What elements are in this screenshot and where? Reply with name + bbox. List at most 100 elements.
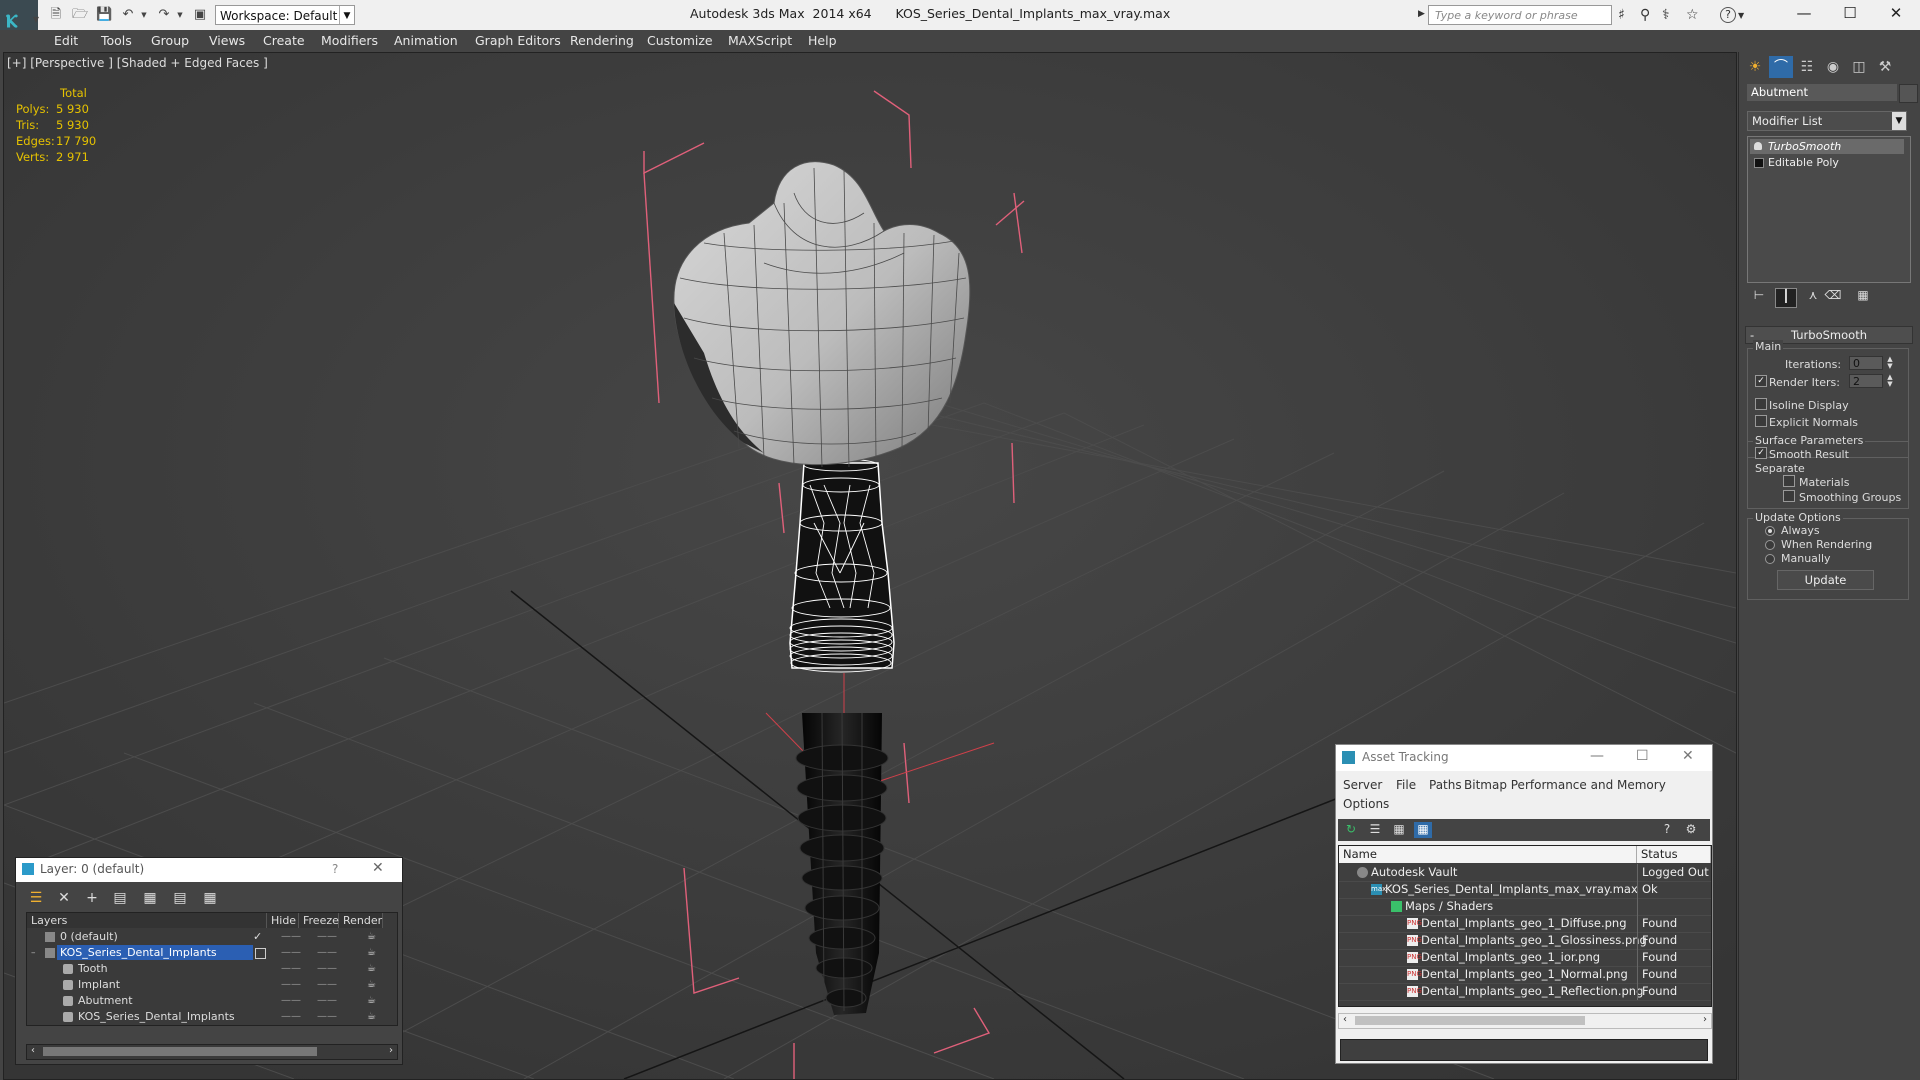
- menu-maxscript[interactable]: MAXScript: [728, 33, 792, 48]
- asset-row[interactable]: PNG Dental_Implants_geo_1_Normal.png Fou…: [1339, 966, 1711, 984]
- menu-help[interactable]: Help: [808, 33, 837, 48]
- scroll-left-icon[interactable]: ‹: [1343, 1014, 1347, 1025]
- column-header-hide[interactable]: Hide: [267, 913, 299, 928]
- menu-views[interactable]: Views: [209, 33, 245, 48]
- asset-row[interactable]: Maps / Shaders: [1339, 898, 1711, 916]
- key-icon[interactable]: ⚲: [1640, 7, 1650, 23]
- render-teapot-icon[interactable]: ☕: [367, 1009, 376, 1025]
- render-iters-checkbox[interactable]: ✓: [1755, 375, 1767, 387]
- remove-modifier-icon[interactable]: ⌫: [1823, 288, 1843, 306]
- freeze-toggle[interactable]: ——: [317, 1009, 337, 1025]
- communication-center-icon[interactable]: ⚕: [1662, 7, 1670, 23]
- update-button[interactable]: Update: [1777, 570, 1874, 590]
- close-icon[interactable]: ✕: [372, 860, 384, 876]
- menu-server[interactable]: Server: [1343, 778, 1382, 792]
- help-icon[interactable]: ?: [1720, 7, 1736, 23]
- iterations-spinner[interactable]: 0: [1849, 356, 1883, 370]
- menu-bitmap-performance[interactable]: Bitmap Performance and Memory: [1464, 778, 1666, 792]
- project-folder-icon[interactable]: ▣: [192, 7, 208, 23]
- undo-icon[interactable]: ↶: [120, 7, 136, 23]
- pin-stack-icon[interactable]: ⊢: [1749, 288, 1769, 306]
- asset-row[interactable]: PNG Dental_Implants_geo_1_Diffuse.png Fo…: [1339, 915, 1711, 933]
- viewport-label[interactable]: [+] [Perspective ] [Shaded + Edged Faces…: [7, 56, 268, 70]
- hide-toggle[interactable]: ——: [281, 977, 301, 993]
- expand-box-icon[interactable]: [1754, 158, 1764, 168]
- menu-edit[interactable]: Edit: [54, 33, 78, 48]
- stack-item-turbosmooth[interactable]: TurboSmooth: [1750, 139, 1904, 154]
- spinner-arrows-icon[interactable]: ▲ ▼: [1885, 356, 1895, 370]
- isoline-display-checkbox[interactable]: [1755, 398, 1767, 410]
- asset-row[interactable]: PNG Dental_Implants_geo_1_Glossiness.png…: [1339, 932, 1711, 950]
- add-to-layer-icon[interactable]: +: [82, 890, 102, 908]
- layer-row[interactable]: Implant —— —— ☕: [27, 977, 397, 993]
- hide-all-layers-icon[interactable]: ▤: [170, 890, 190, 908]
- open-file-icon[interactable]: 🗁: [72, 7, 88, 23]
- smooth-result-checkbox[interactable]: ✓: [1755, 447, 1767, 459]
- refresh-icon[interactable]: ↻: [1342, 822, 1360, 838]
- render-teapot-icon[interactable]: ☕: [367, 961, 376, 977]
- spinner-arrows-icon[interactable]: ▲ ▼: [1885, 374, 1895, 388]
- render-iters-spinner[interactable]: 2: [1849, 374, 1883, 388]
- save-file-icon[interactable]: 💾: [96, 7, 112, 23]
- freeze-toggle[interactable]: ——: [317, 945, 337, 961]
- layer-row[interactable]: 0 (default) ✓ —— —— ☕: [27, 929, 397, 945]
- make-unique-icon[interactable]: ⋏: [1803, 288, 1823, 306]
- freeze-all-layers-icon[interactable]: ▦: [200, 890, 220, 908]
- lightbulb-icon[interactable]: [1754, 142, 1762, 150]
- always-radio[interactable]: [1765, 526, 1775, 536]
- layer-row[interactable]: KOS_Series_Dental_Implants —— —— ☕: [27, 1009, 397, 1025]
- select-objects-in-layer-icon[interactable]: ▤: [110, 890, 130, 908]
- menu-animation[interactable]: Animation: [394, 33, 458, 48]
- favorites-star-icon[interactable]: ☆: [1686, 7, 1699, 23]
- create-layer-icon[interactable]: ☰: [26, 890, 46, 908]
- delete-layer-icon[interactable]: ✕: [54, 890, 74, 908]
- menu-options[interactable]: Options: [1343, 797, 1389, 811]
- list-view-icon[interactable]: ☰: [1366, 822, 1384, 838]
- menu-file[interactable]: File: [1396, 778, 1416, 792]
- render-teapot-icon[interactable]: ☕: [367, 977, 376, 993]
- scrollbar-thumb[interactable]: [43, 1047, 317, 1056]
- manually-radio[interactable]: [1765, 554, 1775, 564]
- display-tab-icon[interactable]: ◫: [1847, 56, 1871, 78]
- asset-horizontal-scrollbar[interactable]: ‹ ›: [1338, 1013, 1712, 1029]
- layer-row[interactable]: Tooth —— —— ☕: [27, 961, 397, 977]
- workspace-dropdown[interactable]: Workspace: Default ▼: [215, 5, 355, 25]
- redo-dropdown-icon[interactable]: ▼: [172, 7, 188, 23]
- freeze-toggle[interactable]: ——: [317, 961, 337, 977]
- scroll-right-icon[interactable]: ›: [389, 1045, 393, 1056]
- help-dropdown-icon[interactable]: ▼: [1738, 11, 1744, 20]
- asset-row[interactable]: PNG Dental_Implants_geo_1_ior.png Found: [1339, 949, 1711, 967]
- create-tab-icon[interactable]: ☀: [1743, 56, 1767, 78]
- asset-window-titlebar[interactable]: Asset Tracking — ☐ ✕: [1336, 745, 1712, 771]
- search-input[interactable]: Type a keyword or phrase: [1428, 5, 1612, 25]
- show-end-result-icon[interactable]: ┃: [1775, 288, 1797, 308]
- menu-modifiers[interactable]: Modifiers: [321, 33, 378, 48]
- menu-paths[interactable]: Paths: [1429, 778, 1462, 792]
- materials-checkbox[interactable]: [1783, 475, 1795, 487]
- hide-toggle[interactable]: ——: [281, 961, 301, 977]
- modifier-list-dropdown[interactable]: Modifier List ▼: [1747, 111, 1907, 131]
- settings-icon[interactable]: ⚙: [1682, 822, 1700, 838]
- when-rendering-radio[interactable]: [1765, 540, 1775, 550]
- binoculars-icon[interactable]: ♯: [1618, 7, 1625, 23]
- column-header-layers[interactable]: Layers: [27, 913, 267, 928]
- scrollbar-thumb[interactable]: [1355, 1016, 1585, 1025]
- undo-dropdown-icon[interactable]: ▼: [136, 7, 152, 23]
- modify-tab-icon[interactable]: ⌒: [1769, 56, 1793, 78]
- render-teapot-icon[interactable]: ☕: [367, 945, 376, 961]
- minimize-icon[interactable]: —: [1784, 4, 1824, 22]
- help-icon[interactable]: ?: [1658, 822, 1676, 838]
- layer-row[interactable]: Abutment —— —— ☕: [27, 993, 397, 1009]
- hide-toggle[interactable]: ——: [281, 993, 301, 1009]
- motion-tab-icon[interactable]: ◉: [1821, 56, 1845, 78]
- column-header-status[interactable]: Status: [1637, 846, 1711, 863]
- collapse-toggle-icon[interactable]: –: [31, 945, 36, 961]
- new-file-icon[interactable]: 🗎: [48, 7, 64, 23]
- maximize-icon[interactable]: ☐: [1636, 748, 1649, 764]
- asset-row[interactable]: max KOS_Series_Dental_Implants_max_vray.…: [1339, 881, 1711, 899]
- app-menu-chevron-icon[interactable]: ▼: [28, 12, 44, 28]
- set-active-box-icon[interactable]: [255, 948, 266, 959]
- stack-item-editable-poly[interactable]: Editable Poly: [1750, 155, 1904, 170]
- search-expand-icon[interactable]: ▶: [1418, 9, 1425, 19]
- scroll-right-icon[interactable]: ›: [1703, 1014, 1707, 1025]
